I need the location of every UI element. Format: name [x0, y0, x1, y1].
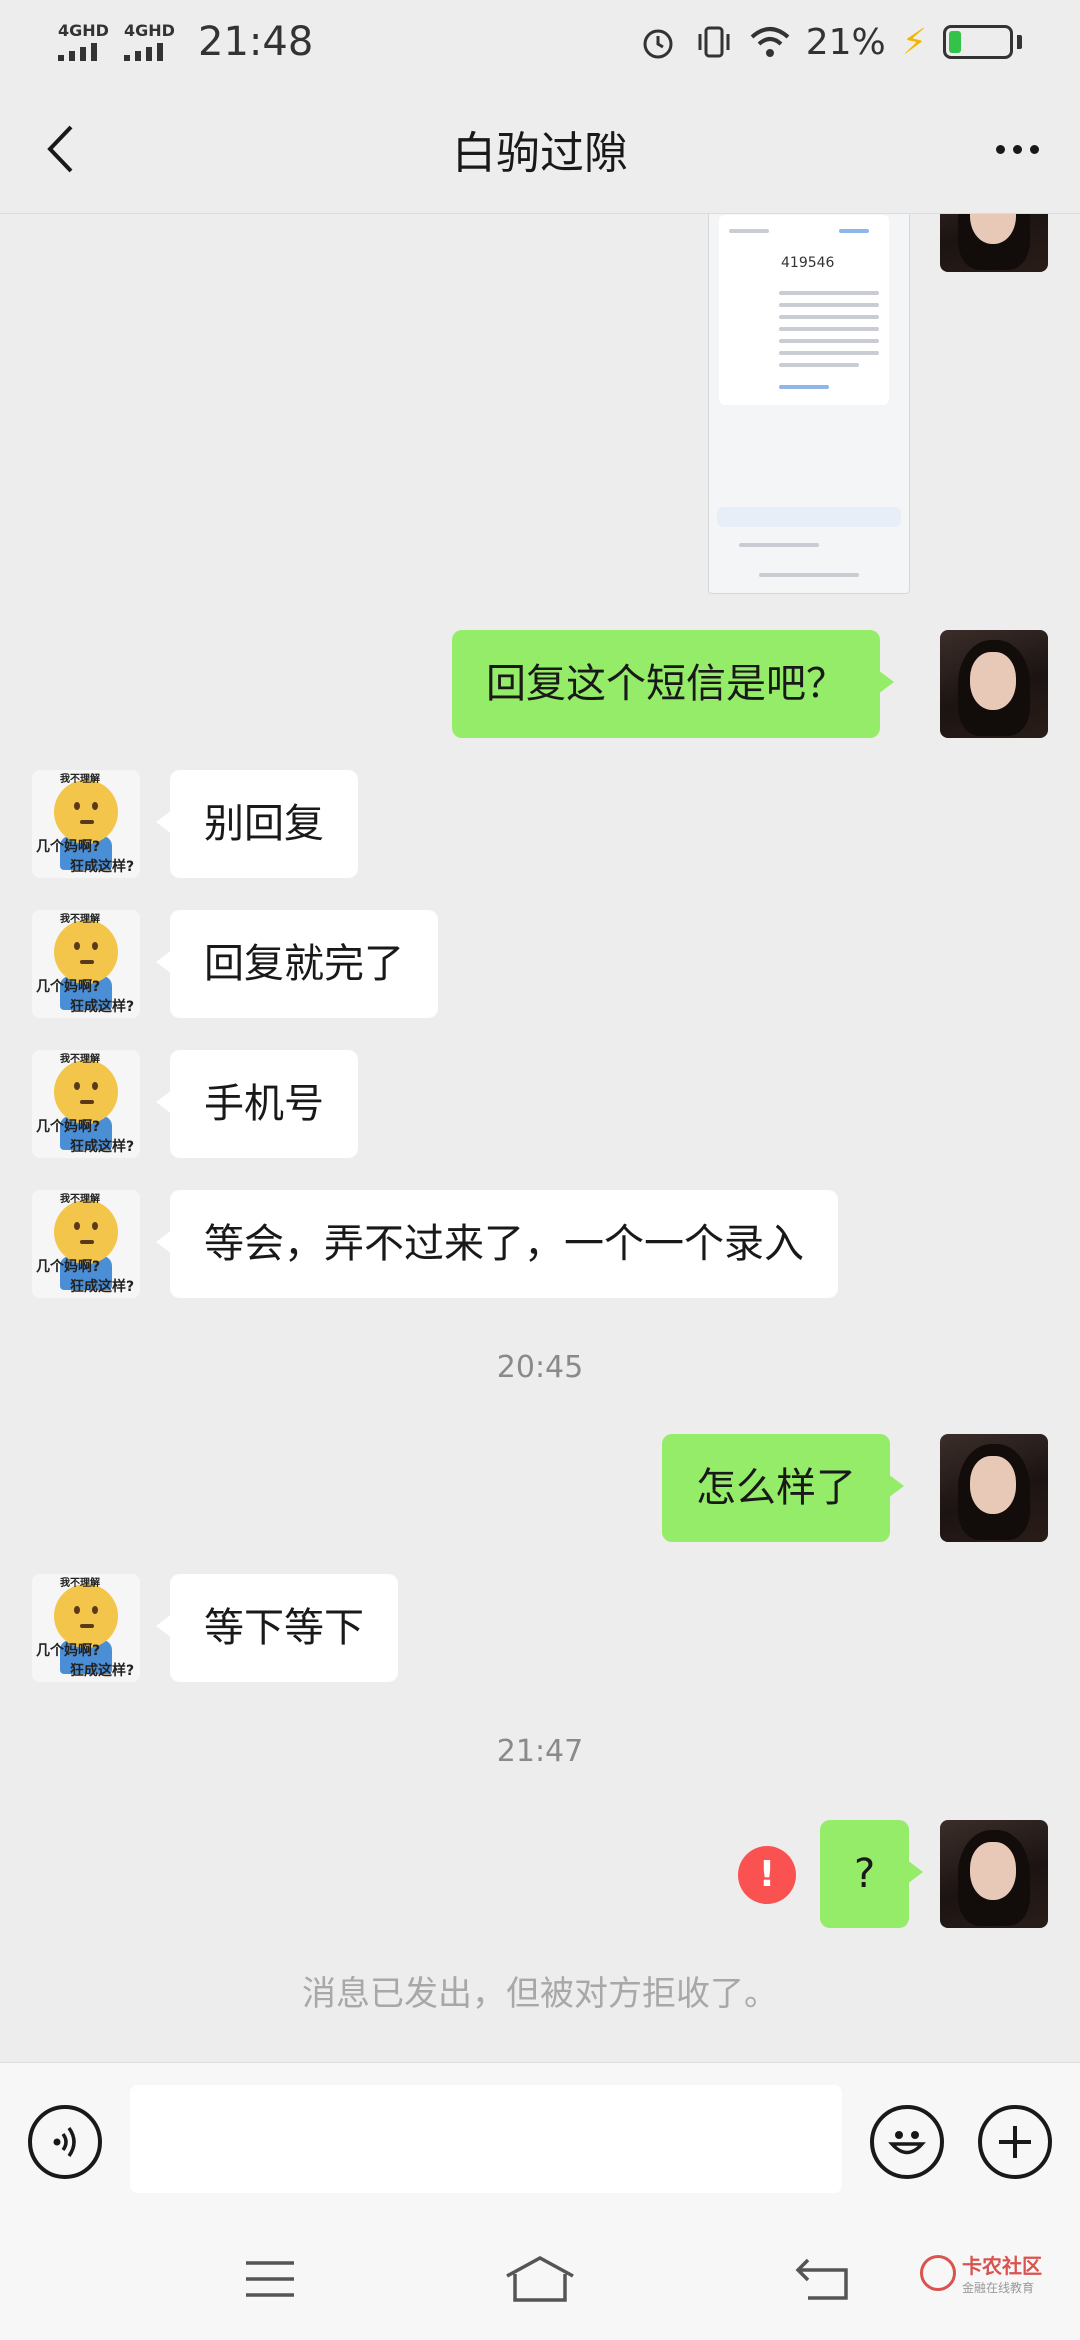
message-text: ?	[854, 1851, 876, 1897]
message-text: 怎么样了	[696, 1465, 856, 1511]
contact-avatar[interactable]: 我不理解 几个妈啊? 狂成这样?	[32, 910, 140, 1018]
chat-area[interactable]: 419546 回复这个短信是吧？ 我不理解 几个妈啊? 狂成这样? 别回复 我不…	[0, 214, 1080, 2062]
recent-apps-button[interactable]	[230, 2244, 310, 2314]
back-icon	[47, 125, 73, 173]
watermark-logo-icon	[920, 2255, 956, 2291]
vibrate-icon	[694, 22, 734, 62]
message-input[interactable]	[130, 2085, 842, 2193]
wifi-icon	[750, 22, 790, 62]
status-left: 4GHD 4GHD 21:48	[58, 19, 313, 65]
battery-icon	[943, 25, 1022, 59]
contact-message-bubble[interactable]: 手机号	[156, 1050, 358, 1158]
contact-message-bubble[interactable]: 等会，弄不过来了，一个一个录入	[156, 1190, 838, 1298]
chat-header: 白驹过隙	[0, 84, 1080, 214]
my-message-bubble[interactable]: ?	[820, 1820, 924, 1928]
back-nav-icon	[795, 2258, 848, 2300]
contact-message-bubble[interactable]: 回复就完了	[156, 910, 438, 1018]
message-text: 手机号	[204, 1081, 324, 1127]
more-icon	[995, 144, 1005, 154]
home-icon	[506, 2256, 574, 2302]
network-signal-2: 4GHD	[124, 23, 176, 61]
my-message-bubble[interactable]: 怎么样了	[662, 1434, 904, 1542]
battery-percent: 21%	[805, 21, 886, 63]
home-button[interactable]	[500, 2244, 580, 2314]
watermark-sub: 金融在线教育	[962, 2281, 1035, 2295]
message-text: 别回复	[204, 801, 324, 847]
emoji-icon	[888, 2131, 926, 2155]
contact-avatar[interactable]: 我不理解 几个妈啊? 狂成这样?	[32, 1574, 140, 1682]
network-label-1: 4GHD	[58, 21, 109, 40]
message-text: 回复就完了	[204, 941, 404, 987]
menu-icon	[246, 2261, 294, 2297]
status-right: 21% ⚡	[638, 22, 1022, 63]
my-avatar[interactable]	[940, 1434, 1048, 1542]
watermark: 卡农社区 金融在线教育	[920, 2250, 1042, 2296]
image-message[interactable]: 419546	[708, 214, 910, 594]
screenshot-sms-card: 419546	[719, 215, 889, 405]
more-button[interactable]	[982, 119, 1052, 179]
message-text: 等下等下	[204, 1605, 364, 1651]
network-label-2: 4GHD	[124, 21, 175, 40]
signal-bars-icon	[58, 43, 97, 61]
send-failed-icon[interactable]: !	[738, 1846, 796, 1904]
chat-title: 白驹过隙	[452, 127, 628, 179]
my-avatar[interactable]	[940, 630, 1048, 738]
contact-avatar[interactable]: 我不理解 几个妈啊? 狂成这样?	[32, 770, 140, 878]
rejected-notice: 消息已发出，但被对方拒收了。	[302, 1974, 778, 2014]
contact-avatar[interactable]: 我不理解 几个妈啊? 狂成这样?	[32, 1190, 140, 1298]
my-avatar[interactable]	[940, 214, 1048, 272]
system-nav-bar: 卡农社区 金融在线教育	[0, 2214, 1080, 2340]
more-functions-button[interactable]	[978, 2105, 1052, 2179]
contact-avatar[interactable]: 我不理解 几个妈啊? 狂成这样?	[32, 1050, 140, 1158]
input-bar	[0, 2062, 1080, 2214]
timestamp: 20:45	[496, 1350, 584, 1385]
voice-icon	[53, 2126, 76, 2158]
network-signal-1: 4GHD	[58, 23, 110, 61]
screenshot-quick-reply	[717, 507, 901, 527]
voice-button[interactable]	[28, 2105, 102, 2179]
message-text: 回复这个短信是吧？	[486, 661, 846, 707]
my-message-bubble[interactable]: 回复这个短信是吧？	[452, 630, 894, 738]
watermark-main: 卡农社区	[962, 2254, 1042, 2278]
screenshot-code: 419546	[781, 255, 835, 271]
my-avatar[interactable]	[940, 1820, 1048, 1928]
status-bar: 4GHD 4GHD 21:48 21% ⚡	[0, 0, 1080, 84]
back-nav-button[interactable]	[784, 2244, 864, 2314]
emoji-button[interactable]	[870, 2105, 944, 2179]
charging-icon: ⚡	[901, 21, 927, 63]
status-time: 21:48	[198, 19, 314, 65]
plus-icon	[999, 2126, 1031, 2158]
contact-message-bubble[interactable]: 别回复	[156, 770, 358, 878]
message-text: 等会，弄不过来了，一个一个录入	[204, 1221, 804, 1267]
timestamp: 21:47	[496, 1734, 584, 1769]
back-button[interactable]	[30, 119, 90, 179]
contact-message-bubble[interactable]: 等下等下	[156, 1574, 398, 1682]
signal-bars-icon	[124, 43, 163, 61]
alarm-icon	[638, 22, 678, 62]
